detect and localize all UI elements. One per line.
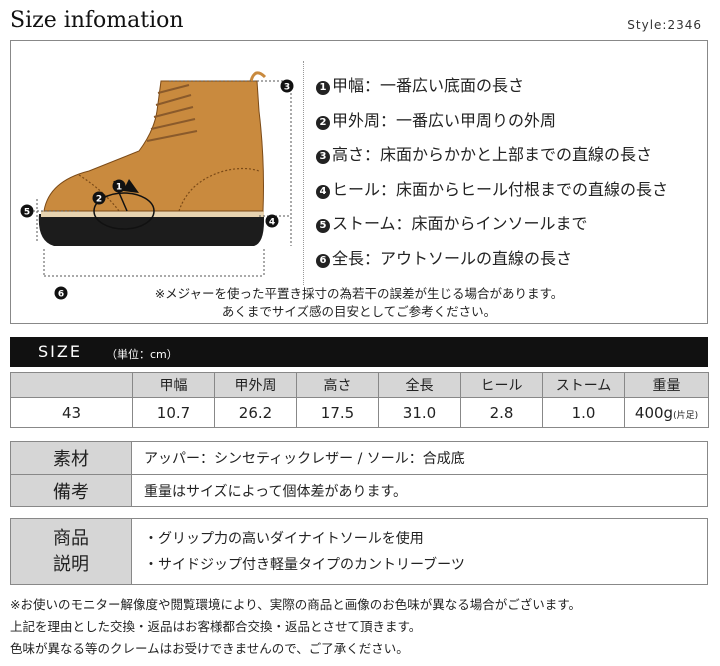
column-header: 全長: [378, 372, 461, 398]
legend-text: 全長：アウトソールの直線の長さ: [332, 248, 573, 268]
legend-item: 3 高さ：床面からかかと上部までの直線の長さ: [316, 138, 668, 173]
size-table-corner: [10, 372, 133, 398]
footer-notes: ※お使いのモニター解像度や閲覧環境により、実際の商品と画像のお色味が異なる場合が…: [10, 594, 581, 660]
legend-number-icon: 4: [316, 184, 330, 199]
column-header: 甲外周: [214, 372, 297, 398]
note-line: あくまでサイズ感の目安としてご参考ください。: [221, 304, 497, 319]
svg-text:5: 5: [24, 208, 30, 218]
weight-note: (片足): [673, 410, 699, 421]
column-header: 高さ: [296, 372, 379, 398]
legend-number-icon: 1: [316, 81, 330, 95]
footer-line: 上記を理由とした交換・返品はお客様都合交換・返品とさせて頂きます。: [10, 619, 422, 634]
legend-text: 高さ：床面からかかと上部までの直線の長さ: [332, 145, 653, 164]
material-text: アッパー：シンセティックレザー / ソール：合成底: [131, 441, 708, 475]
remarks-label: 備考: [10, 474, 132, 507]
measurement-notes: ※メジャーを使った平置き採寸の為若干の誤差が生じる場合があります。 あくまでサイ…: [11, 285, 707, 321]
legend-text: ストーム：床面からインソールまで: [332, 214, 588, 233]
column-header: ストーム: [542, 372, 625, 398]
legend-number-icon: 6: [316, 253, 330, 268]
svg-text:4: 4: [269, 218, 275, 228]
value-cell: 26.2: [214, 397, 297, 428]
material-remarks-table: 素材 アッパー：シンセティックレザー / ソール：合成底 備考 重量はサイズによ…: [10, 441, 708, 507]
value-cell: 1.0: [542, 397, 625, 428]
info-divider: [303, 61, 304, 285]
column-header: 甲幅: [132, 372, 215, 398]
footer-line: 色味が異なる等のクレームはお受けできませんので、ご了承ください。: [10, 641, 409, 656]
legend-number-icon: 3: [316, 150, 330, 164]
product-row: 商品 説明 ・グリップ力の高いダイナイトソールを使用 ・サイドジップ付き軽量タイ…: [10, 518, 708, 585]
legend-item: 1 甲幅：一番広い底面の長さ: [316, 69, 668, 104]
size-table-header-row: 甲幅 甲外周 高さ 全長 ヒール ストーム 重量: [10, 372, 709, 398]
weight-value: 400g: [634, 403, 674, 422]
style-number: Style:2346: [627, 18, 702, 32]
size-unit: （単位：cm）: [106, 348, 178, 361]
size-table-row: 43 10.7 26.2 17.5 31.0 2.8 1.0 400g(片足): [10, 397, 709, 428]
column-header: 重量: [624, 372, 709, 398]
size-table: 甲幅 甲外周 高さ 全長 ヒール ストーム 重量 43 10.7 26.2 17…: [10, 372, 709, 428]
note-line: ※メジャーを使った平置き採寸の為若干の誤差が生じる場合があります。: [154, 286, 564, 301]
column-header: ヒール: [460, 372, 543, 398]
size-header: SIZE: [38, 342, 82, 361]
product-label: 商品 説明: [10, 518, 132, 585]
page-title: Size infomation: [10, 8, 184, 33]
legend-number-icon: 5: [316, 219, 330, 233]
legend-text: 甲幅：一番広い底面の長さ: [332, 76, 525, 95]
legend-item: 5 ストーム：床面からインソールまで: [316, 207, 668, 242]
material-row: 素材 アッパー：シンセティックレザー / ソール：合成底: [10, 441, 708, 475]
svg-text:2: 2: [96, 195, 102, 205]
size-cell: 43: [10, 397, 133, 428]
boot-measurement-diagram: 1 2 3 4 5 6: [20, 71, 294, 300]
remarks-text: 重量はサイズによって個体差があります。: [131, 474, 708, 507]
remarks-row: 備考 重量はサイズによって個体差があります。: [10, 474, 708, 507]
legend-number-icon: 2: [316, 115, 330, 130]
svg-text:3: 3: [284, 83, 290, 93]
value-cell: 31.0: [378, 397, 461, 428]
measurement-legend: 1 甲幅：一番広い底面の長さ 2 甲外周：一番広い甲周りの外周 3 高さ：床面からかか…: [316, 69, 668, 276]
weight-cell: 400g(片足): [624, 397, 709, 428]
product-text: ・グリップ力の高いダイナイトソールを使用 ・サイドジップ付き軽量タイプのカントリ…: [131, 518, 708, 585]
svg-text:1: 1: [116, 183, 122, 193]
product-description-table: 商品 説明 ・グリップ力の高いダイナイトソールを使用 ・サイドジップ付き軽量タイ…: [10, 518, 708, 585]
product-bullet: ・サイドジップ付き軽量タイプのカントリーブーツ: [144, 556, 465, 573]
legend-text: 甲外周：一番広い甲周りの外周: [332, 110, 557, 130]
value-cell: 10.7: [132, 397, 215, 428]
size-header-bar: SIZE （単位：cm）: [10, 337, 708, 367]
value-cell: 17.5: [296, 397, 379, 428]
legend-item: 4 ヒール：床面からヒール付根までの直線の長さ: [316, 173, 668, 208]
legend-text: ヒール：床面からヒール付根までの直線の長さ: [332, 179, 669, 199]
legend-item: 2 甲外周：一番広い甲周りの外周: [316, 104, 668, 139]
product-bullet: ・グリップ力の高いダイナイトソールを使用: [144, 530, 424, 547]
measurement-info-box: 1 2 3 4 5 6 1 甲幅：一番広い底面の長さ 2 甲外周：一番広い甲周りの外…: [10, 40, 708, 324]
material-label: 素材: [10, 441, 132, 475]
footer-line: ※お使いのモニター解像度や閲覧環境により、実際の商品と画像のお色味が異なる場合が…: [10, 597, 581, 612]
value-cell: 2.8: [460, 397, 543, 428]
legend-item: 6 全長：アウトソールの直線の長さ: [316, 242, 668, 277]
